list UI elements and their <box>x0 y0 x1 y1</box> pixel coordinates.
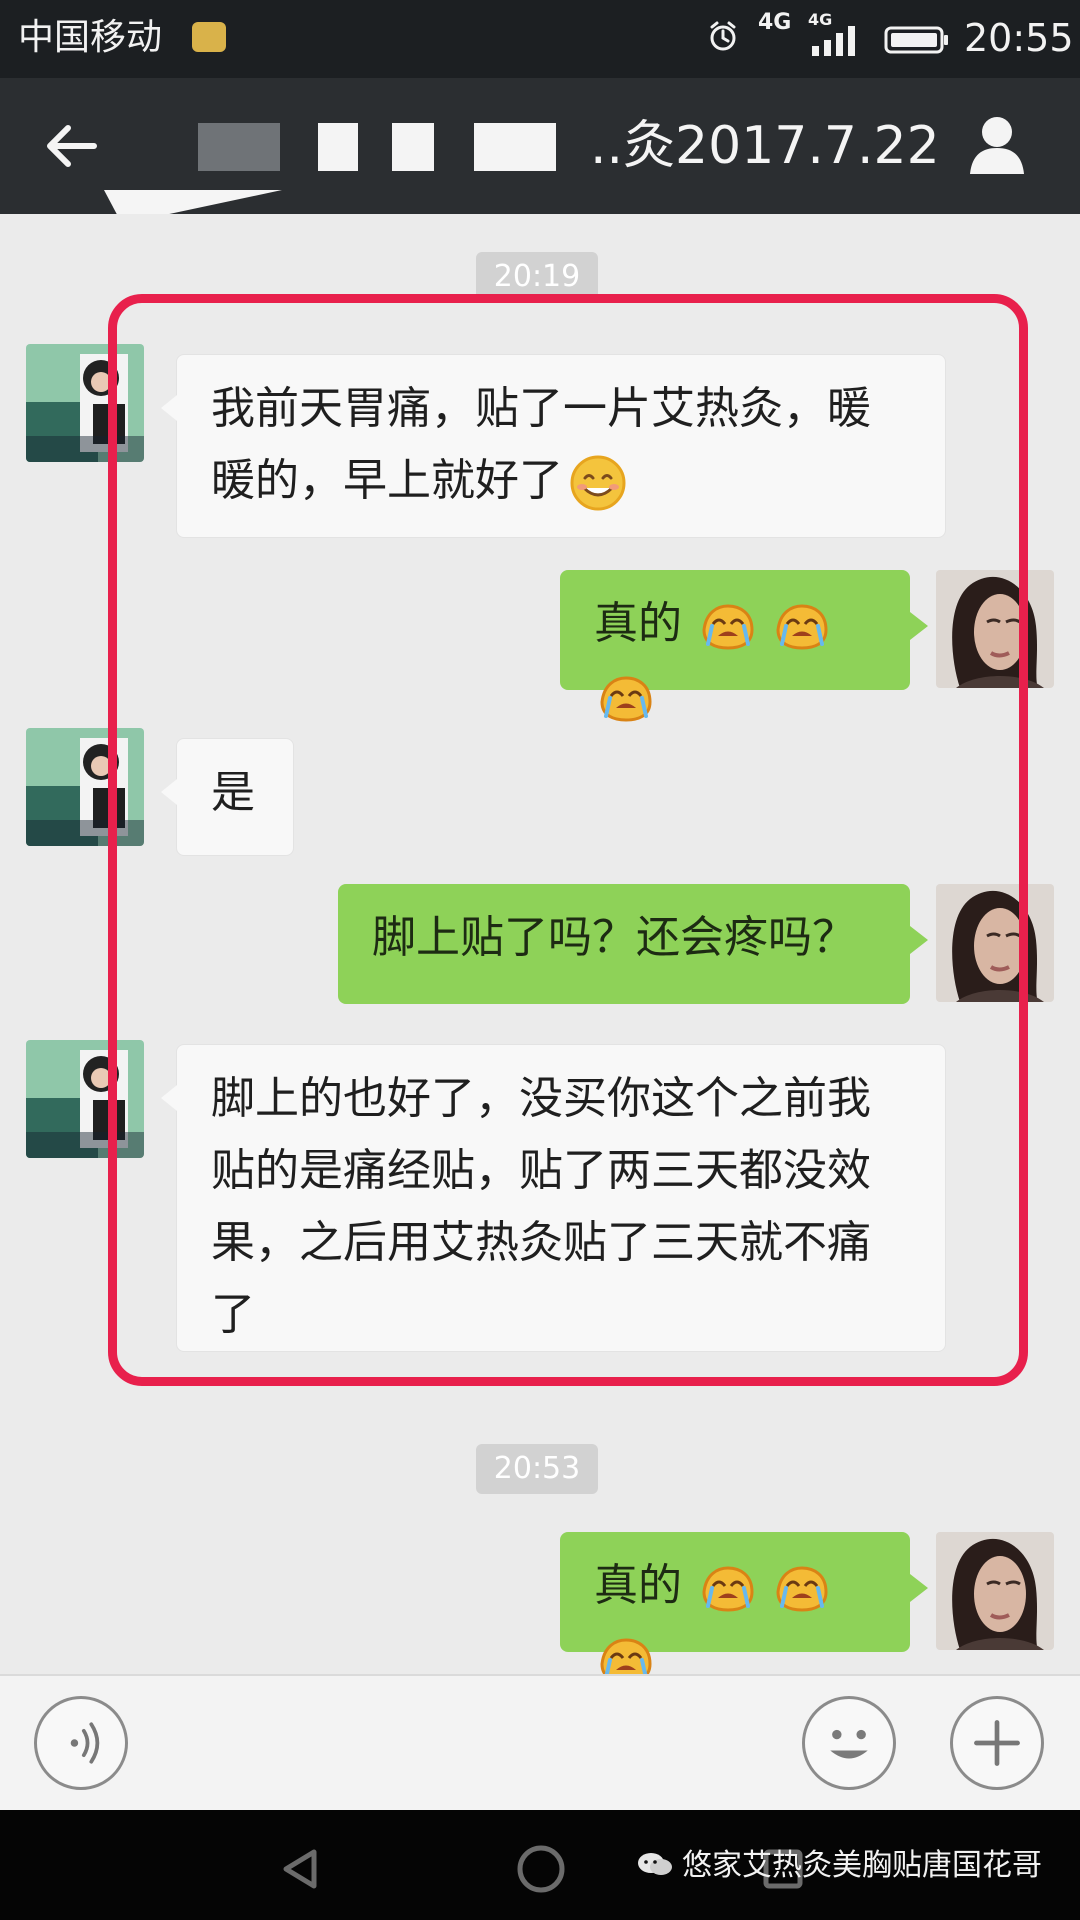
carrier-name: 中国移动 <box>18 17 163 58</box>
crying-face-icon <box>600 676 652 722</box>
message-text: 脚上的也好了，没买你这个之前我贴的是痛经贴，贴了两三天都没效果，之后用艾热灸贴了… <box>211 1073 871 1340</box>
redacted-title-block <box>318 123 358 171</box>
system-navigation-bar: 悠家艾热灸美胸贴唐国花哥 <box>0 1810 1080 1920</box>
message-bubble[interactable]: 是 <box>161 738 294 856</box>
network-type-label: 4G <box>758 10 792 35</box>
watermark: 悠家艾热灸美胸贴唐国花哥 <box>636 1846 1042 1886</box>
message-bubble[interactable]: 真的 <box>560 1532 928 1684</box>
user-avatar[interactable] <box>936 1532 1054 1650</box>
contact-avatar[interactable] <box>26 1040 144 1158</box>
crying-face-icon <box>702 604 754 650</box>
crying-face-icon <box>776 1566 828 1612</box>
signal-icon <box>812 26 855 56</box>
status-bar: 中国移动 4G 4G 20:55 <box>0 0 1080 78</box>
battery-icon <box>884 26 948 54</box>
redacted-title-block <box>474 123 556 171</box>
timestamp: 20:53 <box>476 1444 598 1494</box>
emoji-icon[interactable] <box>802 1696 896 1790</box>
message-bubble[interactable]: 我前天胃痛，贴了一片艾热灸，暖暖的，早上就好了 <box>161 354 946 538</box>
chat-screen: 中国移动 4G 4G 20:55 ..灸2017.7.22 20:19 我前天胃… <box>0 0 1080 1920</box>
smiling-face-icon <box>570 455 626 511</box>
plus-icon[interactable] <box>950 1696 1044 1790</box>
message-text: 我前天胃痛，贴了一片艾热灸，暖暖的，早上就好了 <box>211 383 871 506</box>
redacted-title-block <box>392 123 434 171</box>
nav-back-icon[interactable] <box>266 1834 336 1904</box>
message-text: 真的 <box>594 1560 682 1611</box>
contact-avatar[interactable] <box>26 728 144 846</box>
redacted-title-block <box>198 123 280 171</box>
crying-face-icon <box>702 1566 754 1612</box>
message-bubble[interactable]: 脚上贴了吗？还会疼吗？ <box>338 884 928 1004</box>
nav-home-icon[interactable] <box>506 1834 576 1904</box>
user-avatar[interactable] <box>936 884 1054 1002</box>
message-bubble[interactable]: 脚上的也好了，没买你这个之前我贴的是痛经贴，贴了两三天都没效果，之后用艾热灸贴了… <box>161 1044 946 1352</box>
message-input-bar[interactable] <box>0 1674 1080 1810</box>
sim-badge-icon <box>192 22 226 52</box>
message-text: 脚上贴了吗？还会疼吗？ <box>372 912 856 963</box>
crying-face-icon <box>776 604 828 650</box>
watermark-text: 悠家艾热灸美胸贴唐国花哥 <box>682 1848 1042 1883</box>
timestamp: 20:19 <box>476 252 598 302</box>
status-time: 20:55 <box>964 16 1074 60</box>
chat-title: ..灸2017.7.22 <box>590 116 940 176</box>
contact-avatar[interactable] <box>26 344 144 462</box>
wechat-icon <box>638 1853 672 1875</box>
alarm-clock-icon <box>710 21 736 51</box>
message-text: 真的 <box>594 598 682 649</box>
voice-icon[interactable] <box>34 1696 128 1790</box>
message-bubble[interactable]: 真的 <box>560 570 928 722</box>
back-arrow-icon[interactable] <box>38 112 106 180</box>
message-text: 是 <box>211 767 255 818</box>
profile-icon[interactable] <box>958 106 1036 184</box>
chat-message-area[interactable]: 20:19 我前天胃痛，贴了一片艾热灸，暖暖的，早上就好了 真的 是 脚上贴了吗… <box>0 214 1080 1684</box>
user-avatar[interactable] <box>936 570 1054 688</box>
